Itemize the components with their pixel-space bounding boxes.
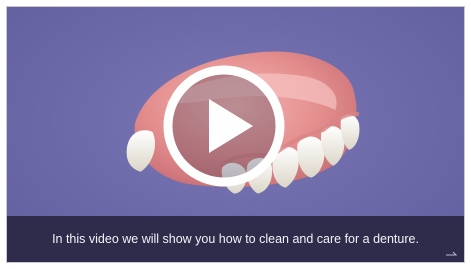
play-button[interactable] [163,65,285,187]
play-icon [163,65,285,187]
caption-bar: In this video we will show you how to cl… [7,216,464,262]
fullscreen-icon[interactable] [446,248,458,256]
caption-text: In this video we will show you how to cl… [52,231,419,246]
video-player[interactable]: In this video we will show you how to cl… [6,6,465,263]
